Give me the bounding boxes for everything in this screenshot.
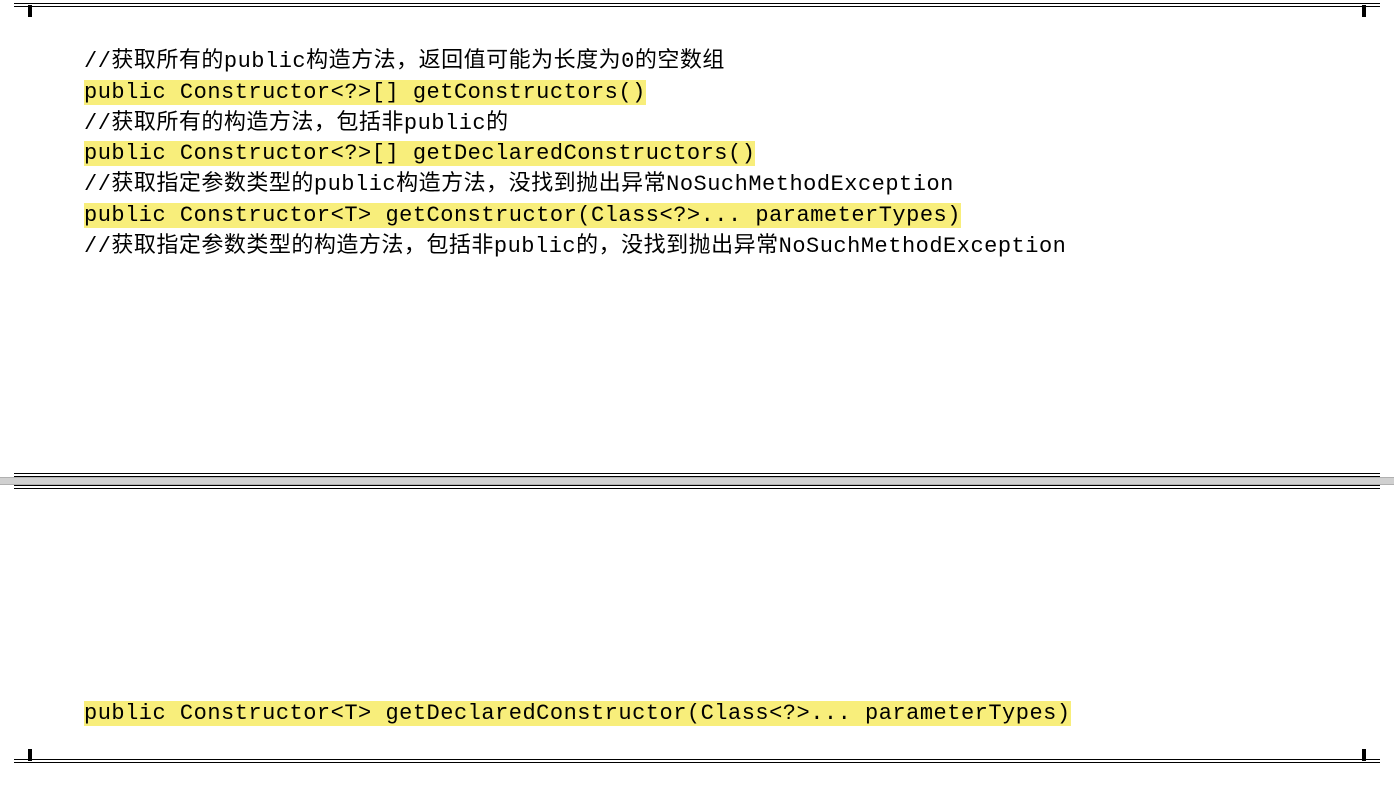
code-line: public Constructor<?>[] getConstructors(… bbox=[84, 78, 1380, 109]
code-line: //获取所有的public构造方法，返回值可能为长度为0的空数组 bbox=[84, 47, 1380, 78]
code-line: //获取指定参数类型的构造方法，包括非public的，没找到抛出异常NoSuch… bbox=[84, 232, 1380, 263]
code-line: public Constructor<T> getDeclaredConstru… bbox=[84, 699, 1380, 730]
page-container: //获取所有的public构造方法，返回值可能为长度为0的空数组 public … bbox=[0, 3, 1394, 763]
highlighted-code: public Constructor<?>[] getConstructors(… bbox=[84, 80, 646, 105]
comment-text: //获取指定参数类型的构造方法，包括非public的，没找到抛出异常NoSuch… bbox=[84, 234, 1066, 259]
highlighted-code: public Constructor<?>[] getDeclaredConst… bbox=[84, 141, 755, 166]
highlighted-code: public Constructor<T> getConstructor(Cla… bbox=[84, 203, 961, 228]
code-line: //获取指定参数类型的public构造方法，没找到抛出异常NoSuchMetho… bbox=[84, 170, 1380, 201]
highlighted-code: public Constructor<T> getDeclaredConstru… bbox=[84, 701, 1071, 726]
page-break-separator bbox=[0, 477, 1394, 485]
comment-text: //获取所有的public构造方法，返回值可能为长度为0的空数组 bbox=[84, 49, 725, 74]
code-line: public Constructor<T> getConstructor(Cla… bbox=[84, 201, 1380, 232]
code-line: //获取所有的构造方法，包括非public的 bbox=[84, 109, 1380, 140]
code-block-bottom: public Constructor<T> getDeclaredConstru… bbox=[14, 485, 1380, 764]
comment-text: //获取指定参数类型的public构造方法，没找到抛出异常NoSuchMetho… bbox=[84, 172, 954, 197]
code-line: public Constructor<?>[] getDeclaredConst… bbox=[84, 139, 1380, 170]
comment-text: //获取所有的构造方法，包括非public的 bbox=[84, 111, 509, 136]
code-block-top: //获取所有的public构造方法，返回值可能为长度为0的空数组 public … bbox=[14, 3, 1380, 477]
